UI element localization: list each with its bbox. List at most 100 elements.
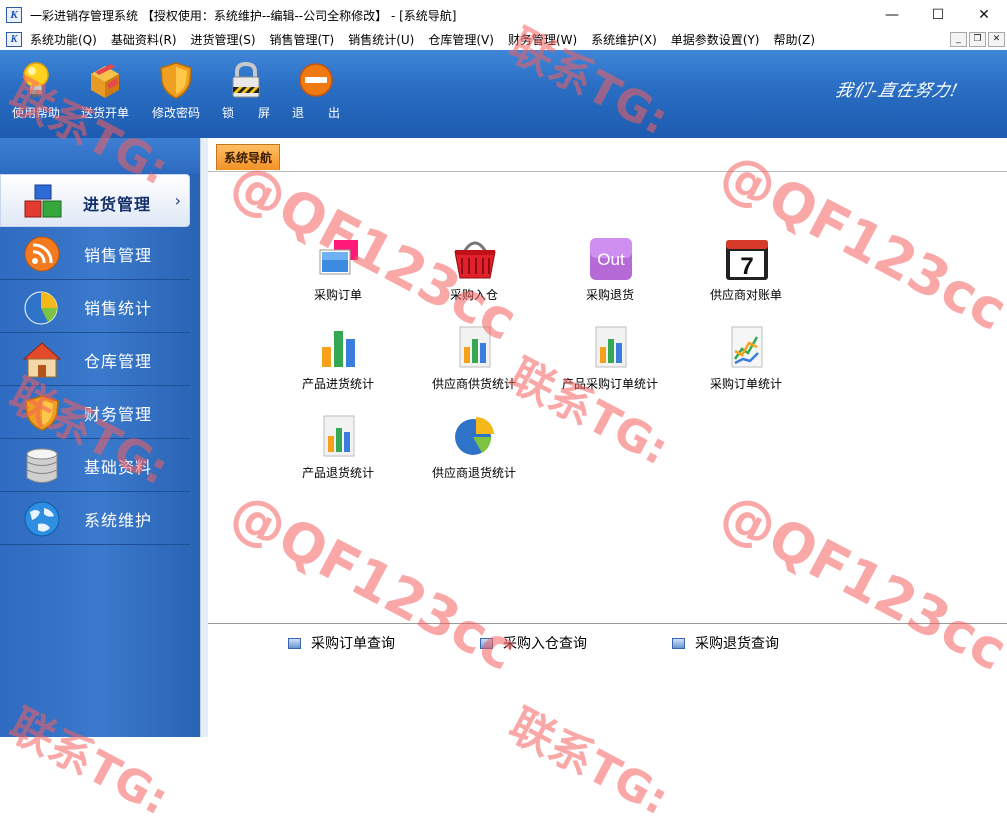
nav-product-purchase-stats[interactable]: 产品进货统计 (278, 325, 398, 405)
nav-label: 供应商退货统计 (431, 466, 516, 480)
inbound-query-link[interactable]: 采购入仓查询 (480, 633, 587, 652)
purchase-order-icon (316, 236, 362, 282)
sidebar-item-label: 系统维护 (84, 511, 153, 530)
pie-chart-icon (452, 414, 498, 460)
shield-icon (156, 60, 196, 100)
nav-supplier-supply-stats[interactable]: 供应商供货统计 (414, 325, 534, 405)
mdi-close-button[interactable]: ✕ (988, 32, 1005, 47)
lock-screen-button[interactable]: 锁 屏 (214, 60, 278, 130)
exit-button[interactable]: 退 出 (284, 60, 348, 130)
window-icon (288, 638, 301, 649)
slogan: 我们-直在努力! (833, 81, 961, 101)
po-query-link[interactable]: 采购订单查询 (288, 633, 395, 652)
blocks-icon (23, 183, 63, 221)
delivery-order-button[interactable]: 送货开单 (73, 60, 137, 130)
sidebar-item-label: 基础资料 (84, 458, 153, 477)
report-chart-icon (588, 325, 634, 371)
sidebar-item-purchase[interactable]: 进货管理 › (0, 174, 190, 227)
out-icon-text: Out (597, 250, 625, 269)
sidebar-item-basic-data[interactable]: 基础资料 (0, 439, 190, 492)
mdi-controls: _ ❐ ✕ (950, 32, 1005, 47)
change-password-button[interactable]: 修改密码 (144, 60, 208, 130)
menu-sales-statistics[interactable]: 销售统计(U) (348, 30, 421, 50)
close-button[interactable]: ✕ (961, 0, 1007, 30)
nav-purchase-order[interactable]: 采购订单 (278, 236, 398, 316)
window-icon (480, 638, 493, 649)
mdi-minimize-button[interactable]: _ (950, 32, 967, 47)
shield-icon (22, 394, 62, 432)
out-icon: Out (588, 236, 634, 282)
maximize-button[interactable]: ☐ (915, 0, 961, 30)
lock-screen-label: 锁 屏 (221, 106, 270, 120)
lock-icon (226, 60, 266, 100)
nav-label: 采购订单 (313, 288, 362, 302)
sidebar: 进货管理 › 销售管理 销售统计 仓库管理 财务管理 基础资料 系统维护 (0, 138, 200, 737)
minimize-button[interactable]: — (869, 0, 915, 30)
menu-bar: K 系统功能(Q) 基础资料(R) 进货管理(S) 销售管理(T) 销售统计(U… (0, 30, 1007, 50)
toolbar: 使用帮助 送货开单 修改密码 锁 屏 退 出 我们-直在努力! (0, 50, 1007, 138)
return-query-link[interactable]: 采购退货查询 (672, 633, 779, 652)
main-content: 系统导航 采购订单 采购入仓 Out 采购退货 7 供应商对账单 产品进货统计 … (208, 138, 1007, 737)
lightbulb-icon (16, 60, 56, 100)
sidebar-item-finance[interactable]: 财务管理 (0, 386, 190, 439)
sidebar-item-sales-stats[interactable]: 销售统计 (0, 280, 190, 333)
report-chart-icon (316, 414, 362, 460)
nav-label: 采购订单统计 (709, 377, 782, 391)
nav-purchase-inbound[interactable]: 采购入仓 (414, 236, 534, 316)
nav-label: 产品采购订单统计 (561, 377, 658, 391)
mdi-app-icon[interactable]: K (6, 32, 22, 47)
menu-document-settings[interactable]: 单据参数设置(Y) (671, 30, 767, 50)
sidebar-item-warehouse[interactable]: 仓库管理 (0, 333, 190, 386)
basket-icon (452, 236, 498, 282)
menu-items: 系统功能(Q) 基础资料(R) 进货管理(S) 销售管理(T) 销售统计(U) … (30, 30, 829, 50)
quick-links-divider (208, 623, 1007, 624)
menu-sales-management[interactable]: 销售管理(T) (270, 30, 342, 50)
nav-product-return-stats[interactable]: 产品退货统计 (278, 414, 398, 494)
sidebar-item-system-maintenance[interactable]: 系统维护 (0, 492, 190, 545)
bar-chart-icon (316, 325, 362, 371)
nav-supplier-statement[interactable]: 7 供应商对账单 (686, 236, 806, 316)
sidebar-item-label: 销售统计 (84, 299, 153, 318)
delivery-box-icon (85, 60, 125, 100)
menu-help[interactable]: 帮助(Z) (773, 30, 822, 50)
menu-system-functions[interactable]: 系统功能(Q) (30, 30, 104, 50)
exit-icon (296, 60, 336, 100)
house-icon (22, 341, 62, 379)
sidebar-item-label: 销售管理 (84, 246, 153, 265)
tab-divider (208, 171, 1007, 172)
report-chart-icon (452, 325, 498, 371)
nav-label: 供应商对账单 (709, 288, 782, 302)
title-bar: K 一彩进销存管理系统 【授权使用：系统维护--编辑--公司全称修改】 - [系… (0, 0, 1007, 30)
return-query-label: 采购退货查询 (695, 636, 779, 652)
menu-finance-management[interactable]: 财务管理(W) (508, 30, 584, 50)
nav-label: 采购退货 (585, 288, 634, 302)
menu-purchase-management[interactable]: 进货管理(S) (191, 30, 263, 50)
pie-chart-icon (22, 288, 62, 326)
window-icon (672, 638, 685, 649)
help-button-label: 使用帮助 (11, 106, 60, 120)
nav-po-stats[interactable]: 采购订单统计 (686, 325, 806, 405)
tab-system-navigation[interactable]: 系统导航 (216, 144, 280, 170)
inbound-query-label: 采购入仓查询 (503, 636, 587, 652)
nav-label: 采购入仓 (449, 288, 498, 302)
help-button[interactable]: 使用帮助 (4, 60, 68, 130)
nav-label: 供应商供货统计 (431, 377, 516, 391)
rss-icon (22, 235, 62, 273)
delivery-order-label: 送货开单 (80, 106, 129, 120)
globe-icon (22, 500, 62, 538)
nav-purchase-return[interactable]: Out 采购退货 (550, 236, 670, 316)
nav-label: 产品进货统计 (301, 377, 374, 391)
app-icon: K (6, 7, 22, 23)
change-password-label: 修改密码 (151, 106, 200, 120)
menu-system-maintenance[interactable]: 系统维护(X) (591, 30, 664, 50)
menu-warehouse-management[interactable]: 仓库管理(V) (428, 30, 501, 50)
sidebar-item-sales[interactable]: 销售管理 (0, 227, 190, 280)
po-query-label: 采购订单查询 (311, 636, 395, 652)
sidebar-item-label: 财务管理 (84, 405, 153, 424)
nav-supplier-return-stats[interactable]: 供应商退货统计 (414, 414, 534, 494)
sidebar-splitter[interactable] (200, 138, 208, 737)
nav-product-po-stats[interactable]: 产品采购订单统计 (550, 325, 670, 405)
menu-basic-data[interactable]: 基础资料(R) (111, 30, 184, 50)
database-icon (22, 447, 62, 485)
mdi-restore-button[interactable]: ❐ (969, 32, 986, 47)
